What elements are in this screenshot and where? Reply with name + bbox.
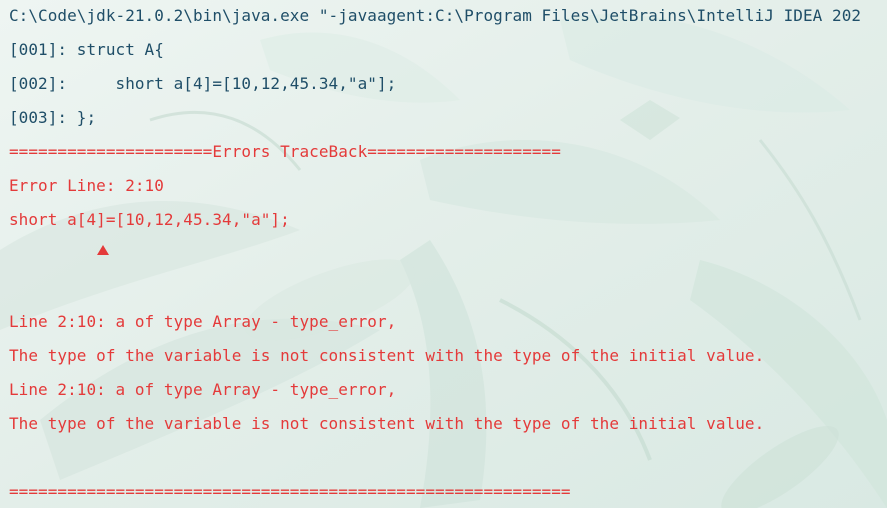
source-line-1: [001]: struct A{	[9, 40, 164, 59]
footer-rule: ========================================…	[9, 482, 571, 501]
source-line-2: [002]: short a[4]=[10,12,45.34,"a"];	[9, 74, 397, 93]
traceback-header: =====================Errors TraceBack===…	[9, 142, 561, 161]
console-output: C:\Code\jdk-21.0.2\bin\java.exe "-javaag…	[0, 0, 887, 508]
error-message-1: Line 2:10: a of type Array - type_error,	[9, 312, 397, 331]
error-message-2: The type of the variable is not consiste…	[9, 346, 765, 365]
error-message-3: Line 2:10: a of type Array - type_error,	[9, 380, 397, 399]
source-line-3: [003]: };	[9, 108, 97, 127]
error-source-line: short a[4]=[10,12,45.34,"a"];	[9, 210, 290, 229]
error-line-location: Error Line: 2:10	[9, 176, 164, 195]
command-line: C:\Code\jdk-21.0.2\bin\java.exe "-javaag…	[9, 6, 862, 25]
caret-up-icon	[97, 245, 109, 255]
error-message-4: The type of the variable is not consiste…	[9, 414, 765, 433]
